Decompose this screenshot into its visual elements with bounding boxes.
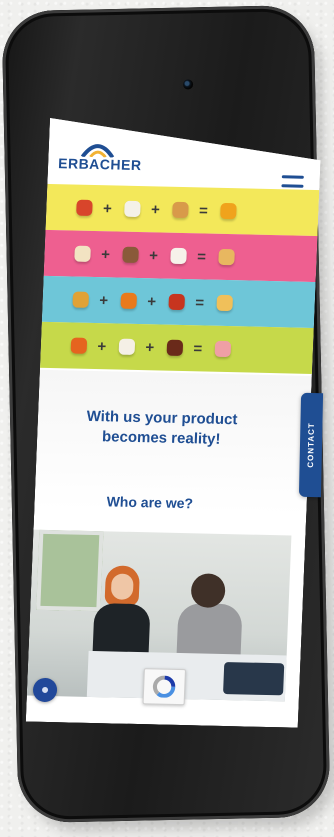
- recaptcha-icon: [152, 675, 177, 698]
- ingredient-item: [172, 202, 189, 218]
- equals-sign: =: [194, 293, 205, 312]
- contact-tab-label: CONTACT: [306, 422, 316, 468]
- plus-sign: +: [145, 338, 155, 356]
- plus-sign: +: [148, 246, 159, 264]
- ingredient-item: [120, 293, 137, 309]
- product-equation-strip: + + =: [40, 184, 322, 237]
- equals-sign: =: [198, 201, 209, 220]
- equals-sign: =: [196, 247, 207, 266]
- plus-sign: +: [98, 291, 109, 309]
- result-item: [216, 295, 233, 311]
- ingredient-item: [71, 338, 88, 354]
- ingredient-item: [168, 294, 185, 310]
- hero-tagline: With us your product becomes reality!: [86, 407, 238, 448]
- contact-tab[interactable]: CONTACT: [298, 392, 324, 498]
- ingredient-item: [74, 246, 91, 262]
- chat-button[interactable]: [33, 678, 58, 703]
- product-equation-strip: + + =: [38, 230, 322, 283]
- recaptcha-badge[interactable]: [143, 668, 186, 705]
- plus-sign: +: [146, 292, 157, 310]
- ingredient-item: [170, 248, 187, 264]
- plus-sign: +: [97, 337, 107, 355]
- result-item: [218, 249, 235, 265]
- ingredient-item: [72, 292, 89, 308]
- photo-chair: [223, 662, 284, 695]
- erbacher-logo[interactable]: ERBACHER: [58, 140, 160, 182]
- result-item: [220, 203, 237, 219]
- product-equation-strip: + + =: [34, 322, 322, 375]
- ingredient-item: [122, 247, 139, 263]
- who-are-we-heading: Who are we?: [106, 493, 194, 512]
- ingredient-item: [124, 201, 141, 217]
- phone-screen: ERBACHER + + = + + = + + = + + = With us…: [26, 118, 322, 728]
- ingredient-item: [119, 339, 136, 355]
- plus-sign: +: [102, 199, 113, 217]
- result-item: [215, 341, 232, 357]
- photo-window: [36, 530, 103, 611]
- ingredient-item: [167, 340, 184, 356]
- ingredient-item: [76, 200, 93, 216]
- plus-sign: +: [100, 245, 111, 263]
- camera-icon: [182, 79, 194, 90]
- plus-sign: +: [150, 200, 161, 218]
- product-equation-strip: + + =: [36, 276, 322, 329]
- logo-text: ERBACHER: [57, 155, 142, 174]
- equals-sign: =: [193, 339, 203, 357]
